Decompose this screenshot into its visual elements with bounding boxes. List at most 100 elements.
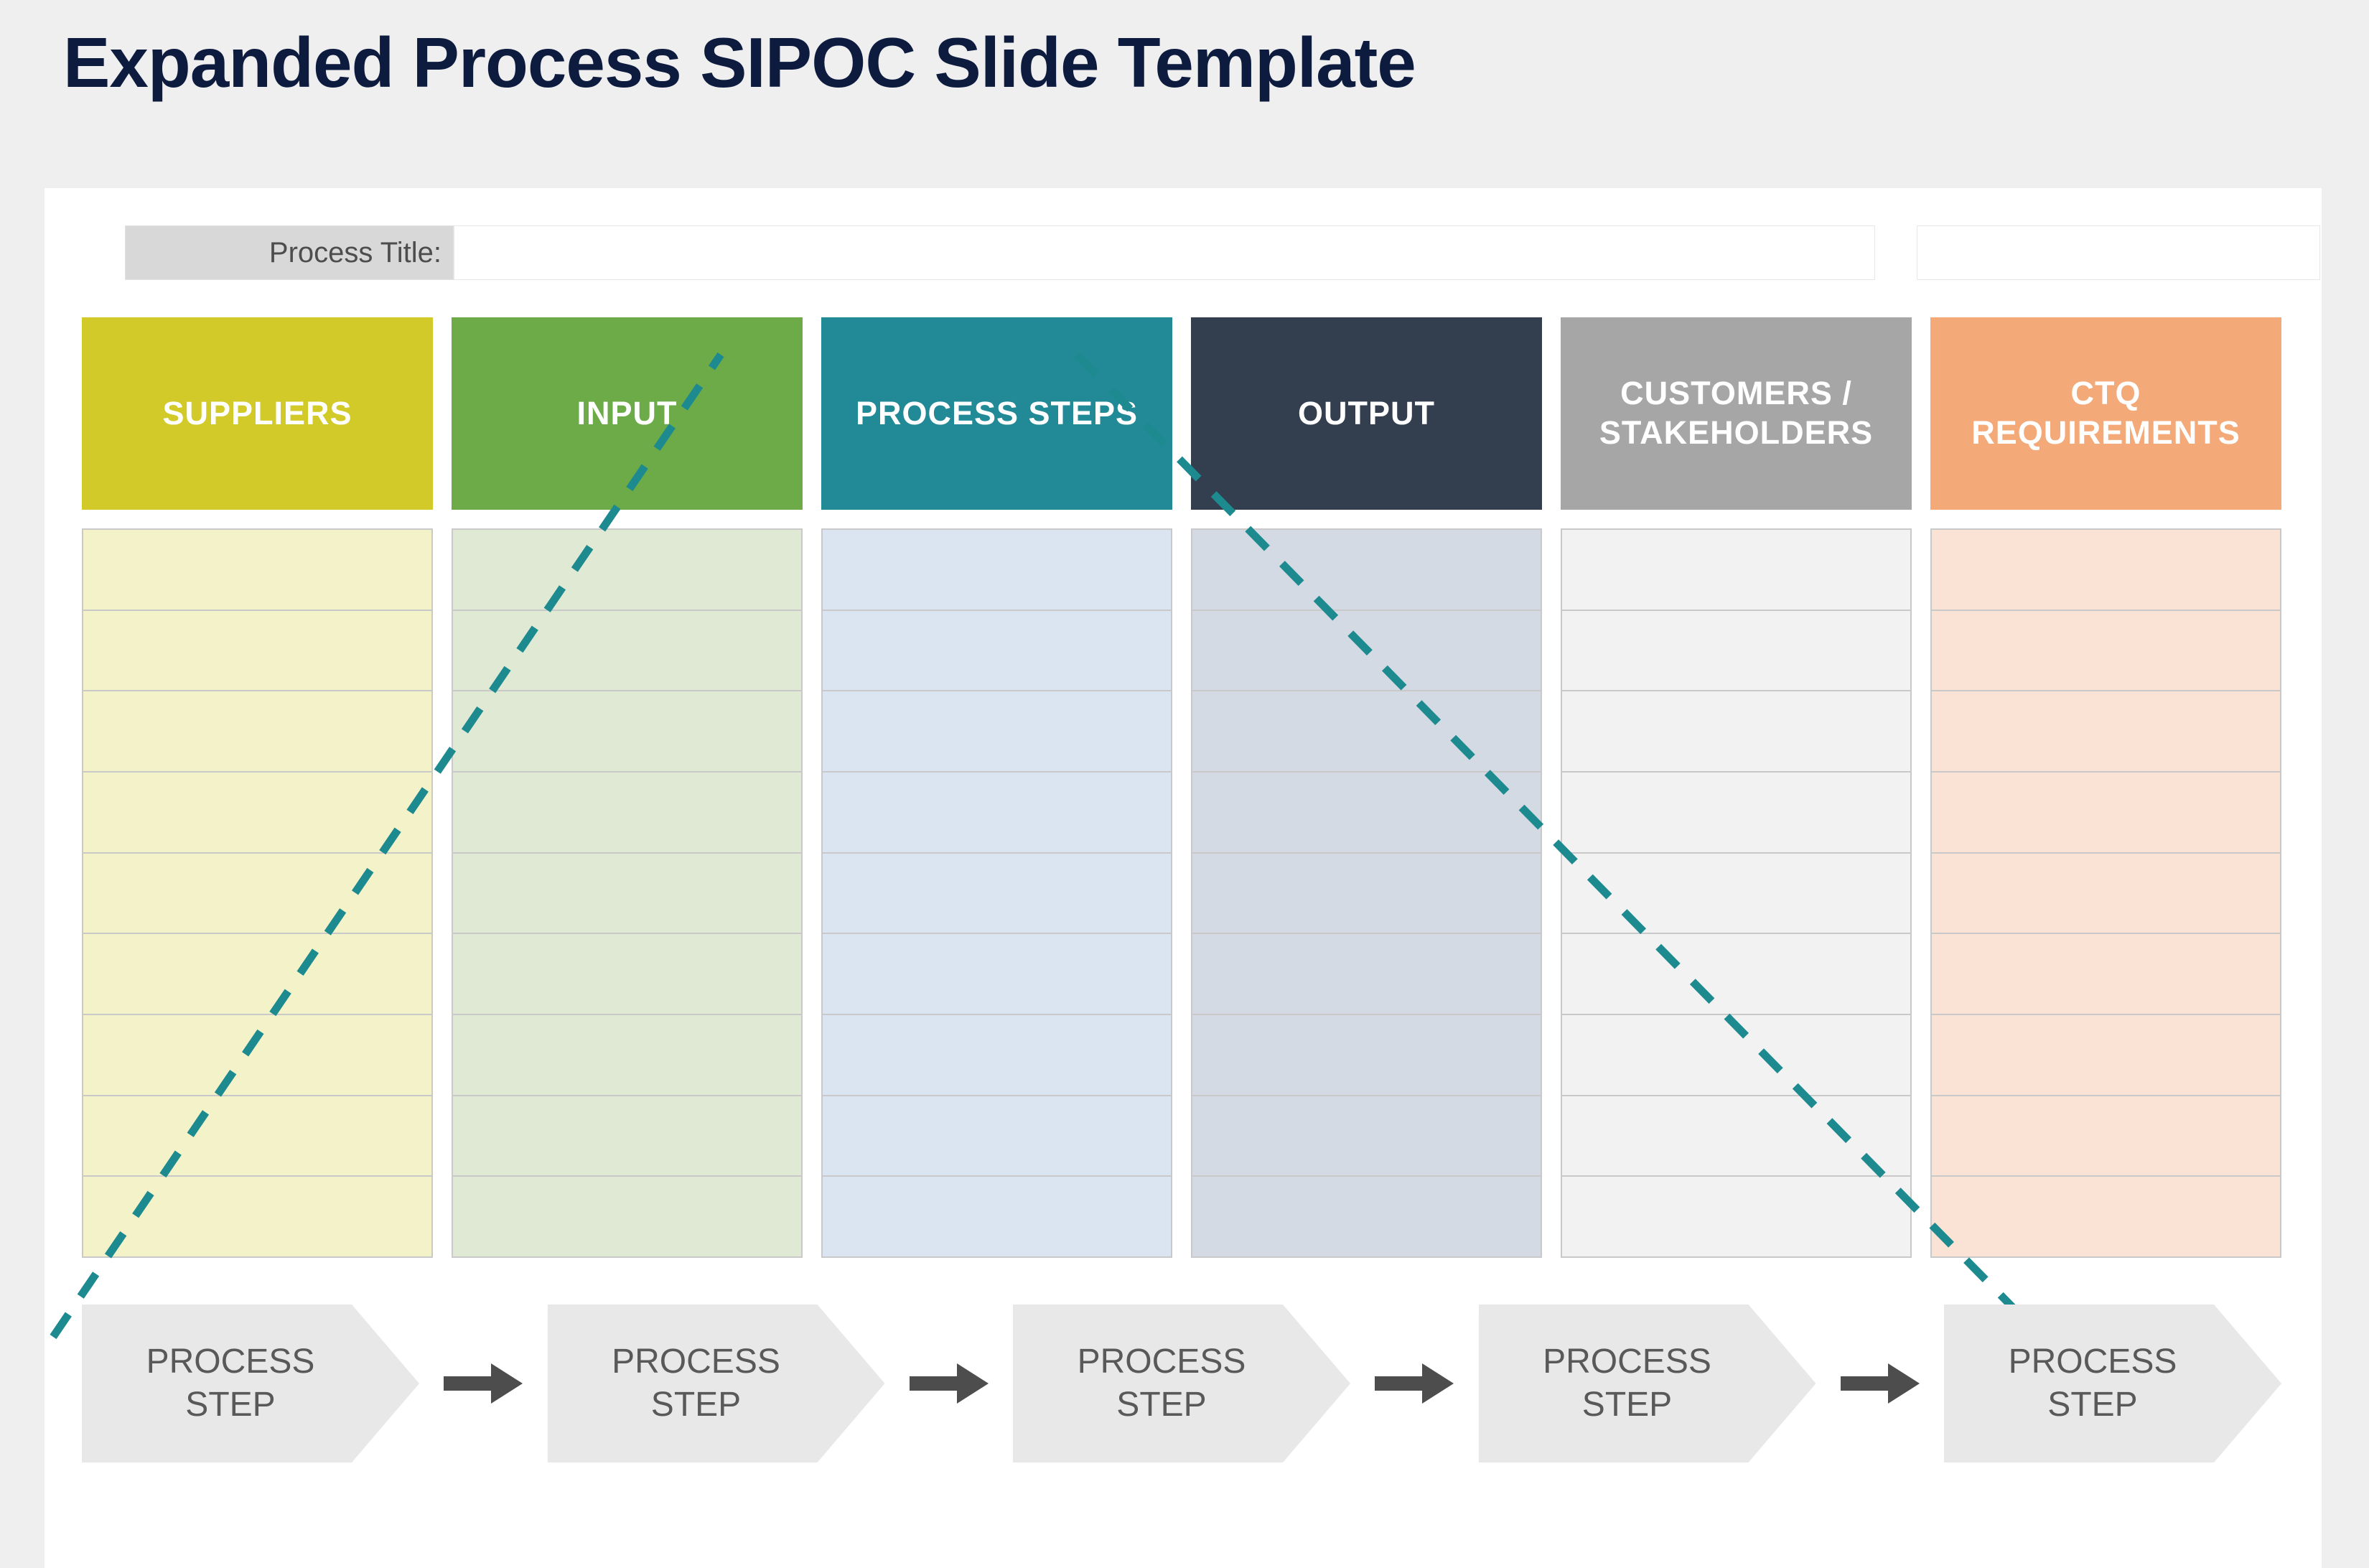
table-cell[interactable] <box>1562 691 1910 773</box>
table-cell[interactable] <box>1932 1015 2280 1096</box>
table-cell[interactable] <box>83 1096 431 1177</box>
process-step-3-wrap: PROCESS STEP <box>1013 1305 1350 1462</box>
process-step-chevron[interactable]: PROCESS STEP <box>1013 1305 1350 1462</box>
table-cell[interactable] <box>453 1015 801 1096</box>
column-header-output: OUTPUT <box>1191 317 1542 510</box>
table-cell[interactable] <box>1562 773 1910 854</box>
process-step-2-wrap: PROCESS STEP <box>547 1305 885 1462</box>
table-cell[interactable] <box>1932 530 2280 611</box>
table-cell[interactable] <box>1562 1177 1910 1259</box>
table-cell[interactable] <box>83 853 431 935</box>
table-cell[interactable] <box>453 773 801 854</box>
table-cell[interactable] <box>823 1096 1171 1177</box>
table-cell[interactable] <box>83 610 431 692</box>
table-cell[interactable] <box>823 1177 1171 1259</box>
table-cell[interactable] <box>823 853 1171 935</box>
process-step-chevron[interactable]: PROCESS STEP <box>1944 1305 2281 1462</box>
table-cell[interactable] <box>1932 1096 2280 1177</box>
step-connector-3 <box>1350 1305 1479 1462</box>
table-cell[interactable] <box>1192 773 1541 854</box>
table-cell[interactable] <box>1192 853 1541 935</box>
process-step-chevron[interactable]: PROCESS STEP <box>82 1305 419 1462</box>
table-cell[interactable] <box>83 1015 431 1096</box>
process-step-5-wrap: PROCESS STEP <box>1944 1305 2281 1462</box>
table-cell[interactable] <box>823 691 1171 773</box>
table-cell[interactable] <box>1932 691 2280 773</box>
table-cell[interactable] <box>83 691 431 773</box>
column-header-process-steps: PROCESS STEPS <box>821 317 1172 510</box>
table-cell[interactable] <box>823 934 1171 1016</box>
table-cell[interactable] <box>823 530 1171 611</box>
column-body-ctq-requirements <box>1930 528 2281 1259</box>
table-cell[interactable] <box>1932 773 2280 854</box>
table-cell[interactable] <box>453 691 801 773</box>
sipoc-column-input: INPUT <box>452 317 803 1259</box>
arrow-right-icon <box>909 1363 989 1404</box>
process-step-4-wrap: PROCESS STEP <box>1478 1305 1816 1462</box>
sipoc-column-process-steps: PROCESS STEPS <box>821 317 1172 1259</box>
table-cell[interactable] <box>1192 934 1541 1016</box>
table-cell[interactable] <box>1562 1015 1910 1096</box>
table-cell[interactable] <box>1562 530 1910 611</box>
arrow-right-icon <box>1375 1363 1454 1404</box>
table-cell[interactable] <box>1932 853 2280 935</box>
table-cell[interactable] <box>1192 610 1541 692</box>
sipoc-column-output: OUTPUT <box>1191 317 1542 1259</box>
column-body-customers-stakeholders <box>1561 528 1912 1259</box>
process-title-label: Process Title: <box>268 236 441 269</box>
column-header-suppliers: SUPPLIERS <box>82 317 433 510</box>
process-step-chevron[interactable]: PROCESS STEP <box>547 1305 885 1462</box>
process-step-label: PROCESS STEP <box>2008 1342 2177 1424</box>
table-cell[interactable] <box>1192 530 1541 611</box>
page-title: Expanded Process SIPOC Slide Template <box>63 23 1416 102</box>
process-step-label: PROCESS STEP <box>1543 1342 1711 1424</box>
table-cell[interactable] <box>1192 1096 1541 1177</box>
step-connector-2 <box>885 1305 1014 1462</box>
column-header-customers-stakeholders: CUSTOMERS / STAKEHOLDERS <box>1561 317 1912 510</box>
process-title-bar: Process Title: <box>85 225 2320 280</box>
table-cell[interactable] <box>453 610 801 692</box>
column-body-input <box>452 528 803 1259</box>
table-cell[interactable] <box>453 530 801 611</box>
table-cell[interactable] <box>83 773 431 854</box>
column-body-output <box>1191 528 1542 1259</box>
process-title-secondary-input[interactable] <box>1917 225 2320 280</box>
table-cell[interactable] <box>1932 610 2280 692</box>
sipoc-column-customers-stakeholders: CUSTOMERS / STAKEHOLDERS <box>1561 317 1912 1259</box>
table-cell[interactable] <box>453 1177 801 1259</box>
table-cell[interactable] <box>823 773 1171 854</box>
process-step-label: PROCESS STEP <box>146 1342 315 1424</box>
table-cell[interactable] <box>453 853 801 935</box>
table-cell[interactable] <box>453 1096 801 1177</box>
process-step-chevron[interactable]: PROCESS STEP <box>1478 1305 1816 1462</box>
table-cell[interactable] <box>83 1177 431 1259</box>
table-cell[interactable] <box>1932 1177 2280 1259</box>
sipoc-columns-grid: SUPPLIERS INPUT PROCESS STEPS OUTPUT CUS… <box>82 317 2281 1259</box>
process-step-label: PROCESS STEP <box>612 1342 780 1424</box>
table-cell[interactable] <box>1192 691 1541 773</box>
table-cell[interactable] <box>1932 934 2280 1016</box>
table-cell[interactable] <box>1192 1177 1541 1259</box>
sipoc-column-suppliers: SUPPLIERS <box>82 317 433 1259</box>
table-cell[interactable] <box>823 610 1171 692</box>
process-title-label-box: Process Title: <box>125 225 454 280</box>
arrow-right-icon <box>444 1363 523 1404</box>
table-cell[interactable] <box>453 934 801 1016</box>
process-step-label: PROCESS STEP <box>1077 1342 1246 1424</box>
column-header-ctq-requirements: CTQ REQUIREMENTS <box>1930 317 2281 510</box>
table-cell[interactable] <box>1562 853 1910 935</box>
column-header-input: INPUT <box>452 317 803 510</box>
process-title-input[interactable] <box>454 225 1875 280</box>
table-cell[interactable] <box>823 1015 1171 1096</box>
step-connector-4 <box>1816 1305 1945 1462</box>
sipoc-column-ctq-requirements: CTQ REQUIREMENTS <box>1930 317 2281 1259</box>
table-cell[interactable] <box>1192 1015 1541 1096</box>
table-cell[interactable] <box>1562 934 1910 1016</box>
step-connector-1 <box>419 1305 548 1462</box>
table-cell[interactable] <box>83 934 431 1016</box>
column-body-process-steps <box>821 528 1172 1259</box>
table-cell[interactable] <box>83 530 431 611</box>
process-step-1-wrap: PROCESS STEP <box>82 1305 419 1462</box>
table-cell[interactable] <box>1562 610 1910 692</box>
table-cell[interactable] <box>1562 1096 1910 1177</box>
